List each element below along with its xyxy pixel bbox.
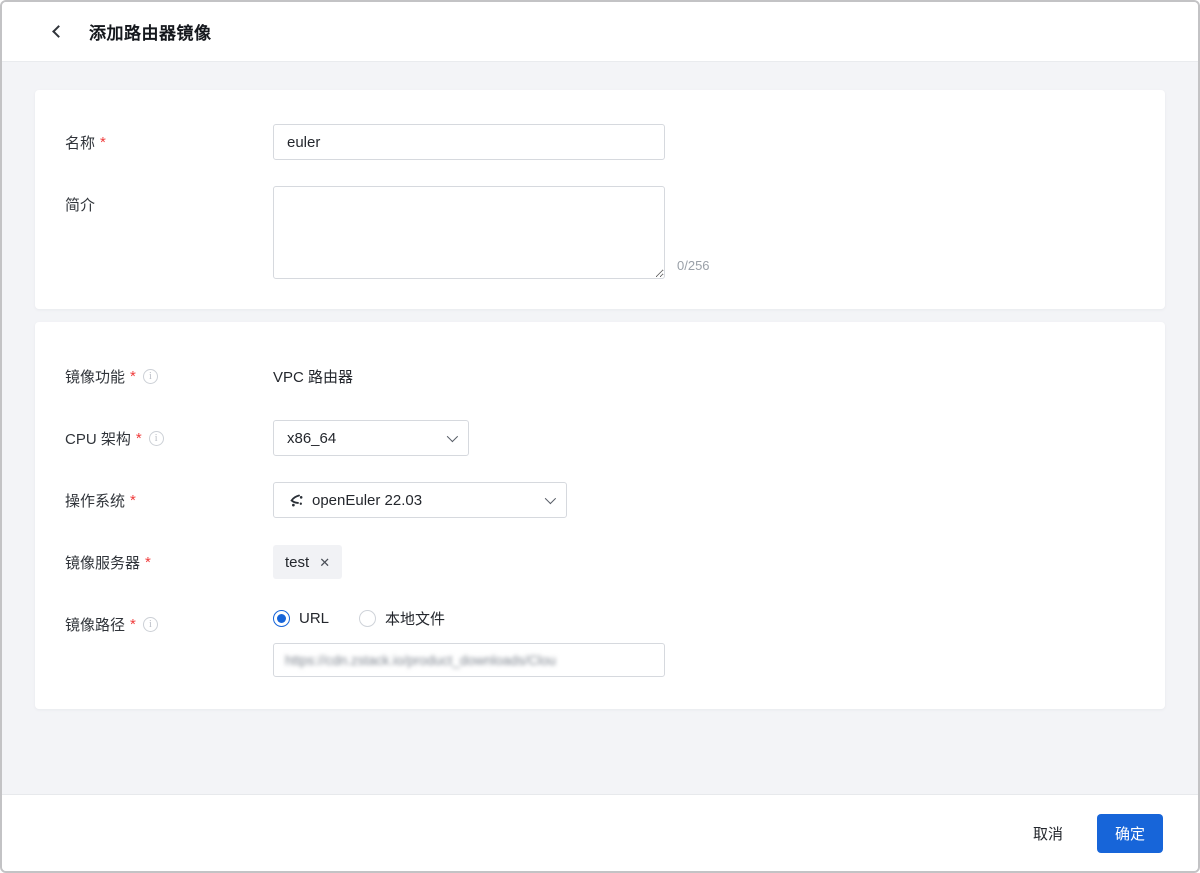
os-label-text: 操作系统 — [65, 490, 125, 511]
image-function-value: VPC 路由器 — [273, 366, 353, 387]
required-asterisk: * — [100, 134, 106, 151]
radio-option-local-file[interactable]: 本地文件 — [359, 608, 445, 629]
os-select[interactable]: openEuler 22.03 — [273, 482, 567, 518]
cpu-arch-label: CPU 架构 * i — [65, 428, 273, 449]
info-icon[interactable]: i — [143, 617, 158, 632]
page-footer: 取消 确定 — [2, 794, 1198, 871]
description-row: 简介 0/256 — [65, 186, 1135, 279]
image-function-field: VPC 路由器 — [273, 366, 1135, 387]
description-textarea[interactable] — [273, 186, 665, 279]
os-field: openEuler 22.03 — [273, 482, 1135, 518]
image-function-label-text: 镜像功能 — [65, 366, 125, 387]
cpu-arch-selected-value: x86_64 — [287, 430, 336, 447]
info-icon[interactable]: i — [143, 369, 158, 384]
image-path-label-text: 镜像路径 — [65, 614, 125, 635]
os-label: 操作系统 * — [65, 490, 273, 511]
page-header: 添加路由器镜像 — [2, 2, 1198, 62]
image-url-input[interactable]: https://cdn.zstack.io/product_downloads/… — [273, 643, 665, 677]
os-row: 操作系统 * openEuler 22.03 — [65, 482, 1135, 518]
image-url-placeholder: https://cdn.zstack.io/product_downloads/… — [285, 653, 556, 668]
cancel-button[interactable]: 取消 — [1021, 815, 1075, 852]
image-path-radio-group: URL 本地文件 — [273, 608, 475, 629]
os-selected-value: openEuler 22.03 — [312, 492, 422, 509]
info-icon[interactable]: i — [149, 431, 164, 446]
image-settings-card: 镜像功能 * i VPC 路由器 CPU 架构 * i x86_6 — [35, 322, 1165, 709]
page-title: 添加路由器镜像 — [89, 19, 212, 44]
name-label: 名称 * — [65, 132, 273, 153]
confirm-button[interactable]: 确定 — [1097, 814, 1163, 853]
backup-storage-label-text: 镜像服务器 — [65, 552, 140, 573]
back-button[interactable] — [45, 19, 71, 45]
backup-storage-field: test ✕ — [273, 545, 1135, 579]
tag-close-icon[interactable]: ✕ — [319, 556, 330, 569]
cpu-arch-field: x86_64 — [273, 420, 1135, 456]
backup-storage-label: 镜像服务器 * — [65, 552, 273, 573]
description-label: 简介 — [65, 186, 273, 215]
radio-url-label: URL — [299, 610, 329, 627]
chevron-left-icon — [52, 25, 65, 38]
name-label-text: 名称 — [65, 132, 95, 153]
cpu-arch-label-text: CPU 架构 — [65, 428, 131, 449]
description-textarea-wrap: 0/256 — [273, 186, 710, 279]
required-asterisk: * — [130, 492, 136, 509]
radio-local-file-label: 本地文件 — [385, 608, 445, 629]
backup-storage-tag-text: test — [285, 554, 309, 571]
chevron-down-icon — [447, 431, 458, 442]
image-function-label: 镜像功能 * i — [65, 366, 273, 387]
name-row: 名称 * — [65, 124, 1135, 160]
page-content: 名称 * 简介 0/256 — [2, 62, 1198, 794]
image-path-label: 镜像路径 * i — [65, 606, 273, 635]
required-asterisk: * — [130, 368, 136, 385]
basic-info-card: 名称 * 简介 0/256 — [35, 90, 1165, 309]
chevron-down-icon — [545, 493, 556, 504]
backup-storage-tag: test ✕ — [273, 545, 342, 579]
required-asterisk: * — [130, 616, 136, 633]
name-input[interactable] — [273, 124, 665, 160]
image-path-field: URL 本地文件 https://cdn.zstack.io/product_d… — [273, 606, 1135, 677]
add-router-image-page: 添加路由器镜像 名称 * 简介 — [0, 0, 1200, 873]
radio-unselected-icon — [359, 610, 376, 627]
char-counter: 0/256 — [677, 258, 710, 279]
name-field — [273, 124, 1135, 160]
cpu-arch-row: CPU 架构 * i x86_64 — [65, 420, 1135, 456]
image-path-row: 镜像路径 * i URL 本地文件 — [65, 606, 1135, 677]
openeuler-logo-icon — [287, 492, 304, 509]
cpu-arch-select[interactable]: x86_64 — [273, 420, 469, 456]
radio-option-url[interactable]: URL — [273, 610, 329, 627]
image-function-row: 镜像功能 * i VPC 路由器 — [65, 358, 1135, 394]
radio-selected-icon — [273, 610, 290, 627]
description-field: 0/256 — [273, 186, 1135, 279]
required-asterisk: * — [136, 430, 142, 447]
required-asterisk: * — [145, 554, 151, 571]
backup-storage-row: 镜像服务器 * test ✕ — [65, 544, 1135, 580]
description-label-text: 简介 — [65, 194, 95, 215]
